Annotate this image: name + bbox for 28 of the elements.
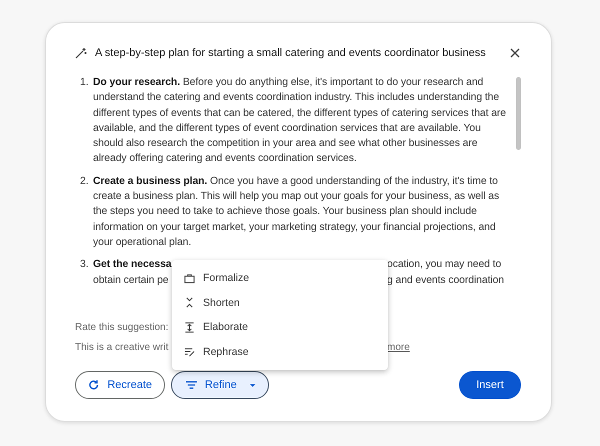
step-text: obtain certain pe <box>93 274 170 288</box>
refresh-icon <box>88 379 100 391</box>
recreate-button[interactable]: Recreate <box>75 371 165 399</box>
insert-button[interactable]: Insert <box>459 371 521 399</box>
menu-item[interactable]: Rephrase <box>172 340 388 364</box>
menu-item[interactable]: Elaborate <box>172 315 388 340</box>
rephrase-icon <box>184 346 195 358</box>
briefcase-icon <box>184 272 195 284</box>
scrollbar-thumb[interactable] <box>516 77 521 150</box>
step-text: Do your research. Before you do anything else, it's important to do your research and understand the catering and events coordination industry. This includes understanding the different types of events that can be catered, the different types of catering services that are available, and the different types of event coordination services that are available. You should also research the competition in your area and see what other businesses are already offering catering and events coordination services. <box>93 76 507 166</box>
step-number: 3. <box>80 258 90 272</box>
suggestion-title: A step-by-step plan for starting a small catering and events coordinator business <box>95 47 487 59</box>
menu-item[interactable]: Formalize <box>172 266 388 290</box>
step-number: 1. <box>80 76 90 90</box>
magic-wand-icon <box>75 47 87 59</box>
step-number: 2. <box>80 174 90 189</box>
step-text: ocation, you may need to <box>387 258 502 272</box>
menu-item[interactable]: Shorten <box>172 290 388 315</box>
filter-icon <box>186 380 197 390</box>
close-icon <box>510 48 520 58</box>
shorten-icon <box>184 297 195 308</box>
refine-button[interactable]: Refine <box>171 371 269 399</box>
disclaimer-text: This is a creative writ <box>75 341 170 355</box>
rating-label: Rate this suggestion: <box>75 321 170 335</box>
elaborate-icon <box>184 322 195 333</box>
caret-icon <box>248 382 256 388</box>
step-heading: Get the necessa <box>93 258 171 272</box>
step-text: Create a business plan. Once you have a good understanding of the industry, it's time to create a business plan. This will help you map out your goals for your business, as well as the steps you need to take to achieve those goals. Your business plan should include information on your target market, your marketing strategy, your financial projections, and your operational plan. <box>93 174 500 250</box>
